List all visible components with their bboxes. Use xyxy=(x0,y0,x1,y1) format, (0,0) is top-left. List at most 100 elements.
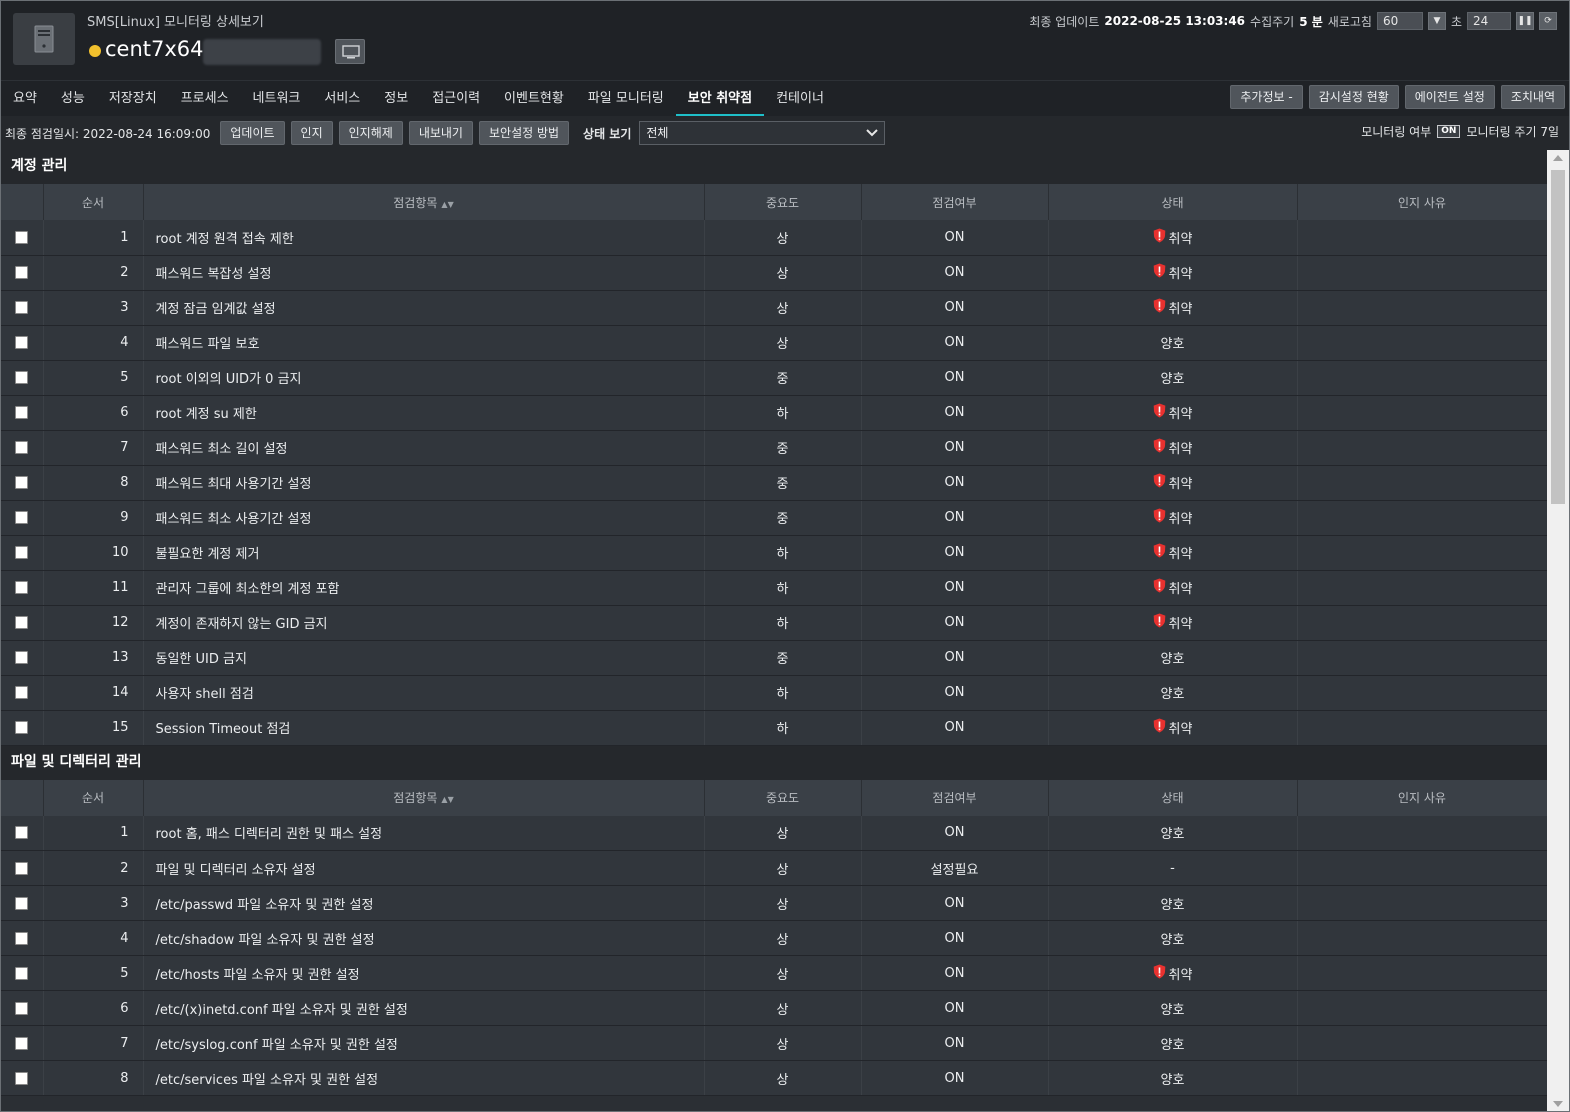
check-item: 패스워드 최소 길이 설정 xyxy=(143,430,705,466)
row-checkbox[interactable] xyxy=(15,686,29,699)
toolbar-button-1[interactable]: 인지 xyxy=(290,121,333,145)
toolbar-button-3[interactable]: 내보내기 xyxy=(408,121,473,145)
row-checkbox[interactable] xyxy=(15,966,29,980)
status-text: 취약 xyxy=(1168,407,1193,422)
tab-6[interactable]: 정보 xyxy=(372,81,420,116)
status-text: 취약 xyxy=(1168,231,1193,247)
tab-9[interactable]: 파일 모니터링 xyxy=(576,81,676,116)
row-checkbox[interactable] xyxy=(15,406,29,419)
status-text: 양호 xyxy=(1160,1037,1185,1053)
vertical-scrollbar[interactable] xyxy=(1547,150,1569,1111)
check-item: 패스워드 최대 사용기간 설정 xyxy=(143,465,705,501)
status-text: 취약 xyxy=(1168,477,1193,492)
scroll-up-icon[interactable] xyxy=(1553,155,1563,161)
tab-1[interactable]: 성능 xyxy=(49,81,97,116)
status-cell: 양호 xyxy=(1048,885,1298,921)
status-badge: 양호 xyxy=(1161,683,1185,702)
tab-7[interactable]: 접근이력 xyxy=(420,81,492,116)
check-item: root 계정 원격 접속 제한 xyxy=(143,220,705,256)
row-checkbox[interactable] xyxy=(15,476,29,489)
column-header-label: 인지 사유 xyxy=(1398,195,1446,210)
sort-icon[interactable]: ▲▼ xyxy=(441,795,453,804)
check-item: 계정이 존재하지 않는 GID 금지 xyxy=(143,605,705,641)
row-checkbox[interactable] xyxy=(15,616,29,629)
row-number: 2 xyxy=(43,255,144,291)
row-checkbox[interactable] xyxy=(15,230,29,244)
status-cell: - xyxy=(1048,850,1298,886)
status-badge: 취약 xyxy=(1153,543,1192,562)
row-checkbox[interactable] xyxy=(15,1036,29,1050)
row-checkbox[interactable] xyxy=(15,266,29,279)
row-checkbox[interactable] xyxy=(15,546,29,559)
status-text: 양호 xyxy=(1160,1072,1185,1088)
section-title: 파일 및 디렉터리 관리 xyxy=(1,745,1547,780)
status-text: 취약 xyxy=(1168,582,1193,597)
status-view-select[interactable]: 전체 xyxy=(639,121,886,145)
status-text: 양호 xyxy=(1160,932,1185,948)
row-checkbox[interactable] xyxy=(15,301,29,314)
scroll-down-icon[interactable] xyxy=(1553,1101,1563,1107)
tab-action-button-1[interactable]: 감시설정 현황 xyxy=(1308,85,1399,109)
chevron-down-icon[interactable]: ▼ xyxy=(1427,12,1446,30)
severity: 상 xyxy=(704,255,862,291)
tab-11[interactable]: 컨테이너 xyxy=(764,81,836,116)
status-text: 취약 xyxy=(1168,722,1193,737)
monitor-toggle[interactable]: ON xyxy=(1437,125,1461,138)
collect-value: 5 분 xyxy=(1299,14,1323,29)
row-checkbox[interactable] xyxy=(15,896,29,910)
tab-0[interactable]: 요약 xyxy=(1,81,49,116)
severity: 하 xyxy=(704,605,862,641)
ack-reason xyxy=(1297,535,1547,571)
table-row: 8/etc/services 파일 소유자 및 권한 설정 상 ON 양호 xyxy=(1,1060,1547,1096)
row-checkbox[interactable] xyxy=(15,441,29,454)
refresh-icon[interactable]: ⟳ xyxy=(1539,12,1557,30)
tab-10[interactable]: 보안 취약점 xyxy=(675,81,765,116)
pause-icon[interactable]: ❚❚ xyxy=(1516,12,1534,30)
status-cell: 양호 xyxy=(1048,1025,1298,1061)
row-checkbox[interactable] xyxy=(15,511,29,524)
refresh-interval-input[interactable]: 60 xyxy=(1376,12,1423,30)
tab-5[interactable]: 서비스 xyxy=(312,81,372,116)
toolbar-button-2[interactable]: 인지해제 xyxy=(338,121,403,145)
row-checkbox[interactable] xyxy=(15,931,29,945)
column-header[interactable]: 점검항목 ▲▼ xyxy=(143,779,705,816)
row-checkbox[interactable] xyxy=(15,336,29,349)
status-dot-icon xyxy=(89,45,101,57)
row-select-cell xyxy=(1,535,44,571)
tab-4[interactable]: 네트워크 xyxy=(241,81,313,116)
status-text: 양호 xyxy=(1160,652,1185,667)
shield-alert-icon xyxy=(1153,298,1166,317)
status-cell: 취약 xyxy=(1048,605,1298,641)
status-text: 양호 xyxy=(1160,687,1185,702)
row-number: 6 xyxy=(43,395,144,431)
tab-action-button-3[interactable]: 조치내역 xyxy=(1500,85,1565,109)
check-item: root 계정 su 제한 xyxy=(143,395,705,431)
tab-8[interactable]: 이벤트현황 xyxy=(492,81,576,116)
tab-2[interactable]: 저장장치 xyxy=(97,81,169,116)
row-checkbox[interactable] xyxy=(15,861,29,875)
row-checkbox[interactable] xyxy=(15,371,29,384)
row-checkbox[interactable] xyxy=(15,1001,29,1015)
column-header[interactable]: 점검항목 ▲▼ xyxy=(143,184,705,220)
row-checkbox[interactable] xyxy=(15,721,29,734)
row-checkbox[interactable] xyxy=(15,1071,29,1085)
tab-action-button-0[interactable]: 추가정보 - xyxy=(1230,85,1303,109)
check-item: root 이외의 UID가 0 금지 xyxy=(143,360,705,396)
scroll-thumb[interactable] xyxy=(1551,170,1565,504)
tab-action-button-2[interactable]: 에이전트 설정 xyxy=(1404,85,1495,109)
tab-3[interactable]: 프로세스 xyxy=(169,81,241,116)
status-text: 취약 xyxy=(1168,442,1193,457)
row-checkbox[interactable] xyxy=(15,581,29,594)
remote-console-button[interactable] xyxy=(335,39,365,64)
severity: 상 xyxy=(704,885,862,921)
severity: 하 xyxy=(704,395,862,431)
table-row: 2 파일 및 디렉터리 소유자 설정 상 설정필요 - xyxy=(1,850,1547,886)
row-checkbox[interactable] xyxy=(15,651,29,664)
table-row: 7/etc/syslog.conf 파일 소유자 및 권한 설정 상 ON 양호 xyxy=(1,1025,1547,1061)
sort-icon[interactable]: ▲▼ xyxy=(441,200,453,209)
toolbar-button-4[interactable]: 보안설정 방법 xyxy=(478,121,570,145)
server-icon xyxy=(13,13,75,65)
toolbar-button-0[interactable]: 업데이트 xyxy=(220,121,285,145)
row-checkbox[interactable] xyxy=(15,826,29,840)
check-enabled: ON xyxy=(861,885,1049,921)
